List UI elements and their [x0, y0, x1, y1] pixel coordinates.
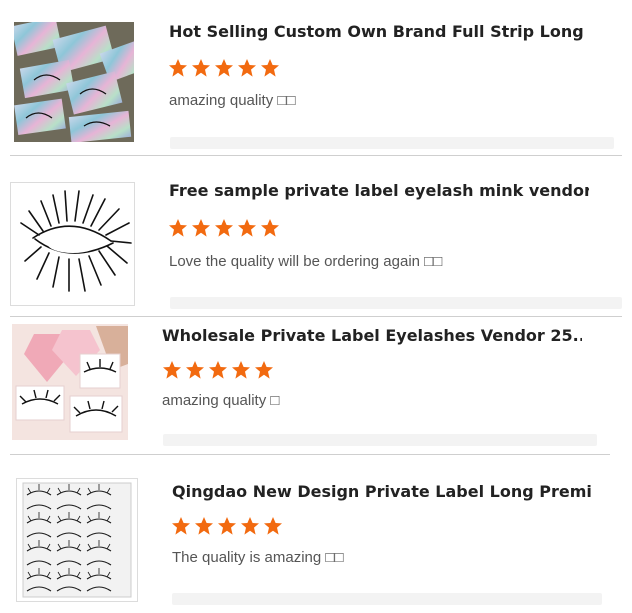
star-icon [232, 361, 250, 379]
star-rating [168, 218, 280, 238]
star-icon [192, 219, 210, 237]
product-thumbnail[interactable] [16, 478, 138, 602]
review-comment: amazing quality □ [162, 392, 280, 409]
product-title[interactable]: Hot Selling Custom Own Brand Full Strip … [169, 22, 589, 41]
product-thumbnail[interactable] [14, 22, 134, 142]
review-item[interactable]: Qingdao New Design Private Label Long Pr… [0, 456, 632, 613]
star-icon [195, 517, 213, 535]
star-icon [169, 219, 187, 237]
placeholder-bar [170, 137, 614, 149]
review-item[interactable]: Free sample private label eyelash mink v… [0, 156, 632, 316]
product-title[interactable]: Qingdao New Design Private Label Long Pr… [172, 482, 592, 501]
star-icon [209, 361, 227, 379]
review-item[interactable]: Wholesale Private Label Eyelashes Vendor… [0, 318, 632, 454]
star-icon [255, 361, 273, 379]
star-icon [241, 517, 259, 535]
placeholder-bar [170, 297, 622, 309]
review-comment: Love the quality will be ordering again … [169, 253, 443, 270]
star-rating [171, 516, 283, 536]
star-icon [163, 361, 181, 379]
holographic-lash-boxes-icon [14, 22, 134, 142]
star-icon [264, 517, 282, 535]
star-icon [261, 59, 279, 77]
review-item[interactable]: Hot Selling Custom Own Brand Full Strip … [0, 0, 632, 155]
star-icon [186, 361, 204, 379]
star-icon [192, 59, 210, 77]
star-icon [169, 59, 187, 77]
star-icon [238, 219, 256, 237]
star-icon [215, 219, 233, 237]
placeholder-bar [172, 593, 602, 605]
star-rating [168, 58, 280, 78]
divider [10, 454, 610, 455]
divider [10, 316, 622, 317]
product-thumbnail[interactable] [12, 324, 128, 440]
review-comment: amazing quality □□ [169, 92, 296, 109]
star-icon [238, 59, 256, 77]
star-rating [162, 360, 274, 380]
star-icon [261, 219, 279, 237]
lash-tray-grid-icon [22, 482, 132, 598]
product-thumbnail[interactable] [10, 182, 135, 306]
star-icon [218, 517, 236, 535]
product-title[interactable]: Wholesale Private Label Eyelashes Vendor… [162, 326, 582, 345]
product-title[interactable]: Free sample private label eyelash mink v… [169, 181, 589, 200]
placeholder-bar [163, 434, 597, 446]
star-icon [215, 59, 233, 77]
star-icon [172, 517, 190, 535]
review-comment: The quality is amazing □□ [172, 549, 344, 566]
mink-eyelash-strip-icon [20, 190, 132, 292]
diamond-lash-boxes-icon [12, 324, 128, 440]
